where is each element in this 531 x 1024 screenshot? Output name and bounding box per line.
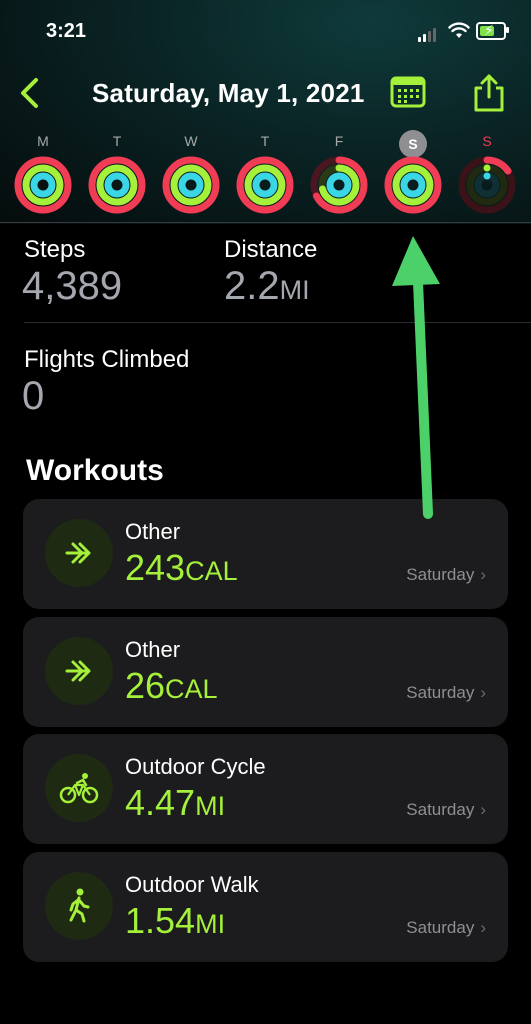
workout-day-label: Saturday <box>406 565 475 584</box>
navigation-bar: Saturday, May 1, 2021 <box>0 70 531 118</box>
battery-charging-icon: ⚡ <box>476 22 509 40</box>
distance-value: 2.2MI <box>224 264 310 309</box>
workout-value: 243CAL <box>125 547 238 589</box>
back-chevron-icon[interactable] <box>14 76 48 110</box>
wifi-icon <box>448 22 470 38</box>
activity-rings-icon <box>236 156 294 214</box>
workout-unit: CAL <box>165 674 218 704</box>
cycle-icon <box>59 773 99 804</box>
status-bar: 3:21 ⚡ <box>0 0 531 60</box>
header-divider <box>0 222 531 223</box>
workout-day-label: Saturday <box>406 683 475 702</box>
arrows-right-icon <box>65 660 91 682</box>
share-icon[interactable] <box>470 72 508 114</box>
arrows-right-icon <box>65 542 91 564</box>
chevron-right-icon: › <box>480 683 486 702</box>
distance-label: Distance <box>224 236 318 263</box>
workout-card[interactable]: Other 243CAL Saturday › <box>23 499 508 609</box>
workout-unit: CAL <box>185 556 238 586</box>
workout-card[interactable]: Outdoor Walk 1.54MI Saturday › <box>23 852 508 962</box>
status-time: 3:21 <box>46 20 87 42</box>
activity-rings-icon <box>458 156 516 214</box>
workouts-title: Workouts <box>26 454 164 487</box>
flights-label: Flights Climbed <box>24 346 190 373</box>
day-letter: W <box>184 133 198 149</box>
calendar-icon[interactable] <box>390 76 426 108</box>
day-letter: T <box>260 133 270 149</box>
workout-number: 1.54 <box>125 900 196 941</box>
day-saturday-selected[interactable]: S <box>383 130 443 214</box>
activity-rings-icon <box>162 156 220 214</box>
workout-icon-badge <box>45 519 113 587</box>
day-sunday[interactable]: S <box>457 130 517 214</box>
workout-day-label: Saturday <box>406 800 475 819</box>
workout-number: 243 <box>125 547 186 588</box>
day-wednesday[interactable]: W <box>161 130 221 214</box>
workout-card[interactable]: Outdoor Cycle 4.47MI Saturday › <box>23 734 508 844</box>
activity-rings-icon <box>310 156 368 214</box>
workout-value: 26CAL <box>125 665 218 707</box>
workout-type: Outdoor Cycle <box>125 754 266 779</box>
distance-unit: MI <box>279 275 310 305</box>
workout-icon-badge <box>45 637 113 705</box>
chevron-right-icon: › <box>480 918 486 937</box>
workout-unit: MI <box>195 791 226 821</box>
workout-number: 4.47 <box>125 782 196 823</box>
week-activity-strip: M T W T F S S <box>0 130 531 220</box>
steps-value: 4,389 <box>22 264 123 308</box>
chevron-right-icon: › <box>480 800 486 819</box>
page-title: Saturday, May 1, 2021 <box>92 78 365 108</box>
workout-type: Other <box>125 637 181 662</box>
activity-rings-icon <box>384 156 442 214</box>
distance-number: 2.2 <box>224 264 280 308</box>
workout-day: Saturday › <box>406 565 486 585</box>
workout-value: 4.47MI <box>125 782 225 824</box>
workout-icon-badge <box>45 754 113 822</box>
workout-icon-badge <box>45 872 113 940</box>
day-thursday[interactable]: T <box>235 130 295 214</box>
stats-row-divider <box>24 322 531 323</box>
workout-number: 26 <box>125 665 166 706</box>
workout-day-label: Saturday <box>406 918 475 937</box>
day-friday[interactable]: F <box>309 130 369 214</box>
day-letter: S <box>482 133 492 149</box>
workout-day: Saturday › <box>406 683 486 703</box>
day-letter-selected: S <box>399 130 427 158</box>
day-monday[interactable]: M <box>13 130 73 214</box>
chevron-right-icon: › <box>480 565 486 584</box>
activity-rings-icon <box>88 156 146 214</box>
day-letter: M <box>37 133 49 149</box>
flights-value: 0 <box>22 374 45 418</box>
workout-value: 1.54MI <box>125 900 225 942</box>
activity-rings-icon <box>14 156 72 214</box>
workout-type: Other <box>125 519 181 544</box>
workout-type: Outdoor Walk <box>125 872 259 897</box>
walk-icon <box>69 888 90 923</box>
day-letter: F <box>334 133 344 149</box>
workout-card[interactable]: Other 26CAL Saturday › <box>23 617 508 727</box>
workout-unit: MI <box>195 909 226 939</box>
cellular-signal-icon <box>418 24 438 42</box>
workout-day: Saturday › <box>406 918 486 938</box>
day-tuesday[interactable]: T <box>87 130 147 214</box>
day-letter: T <box>112 133 122 149</box>
workout-day: Saturday › <box>406 800 486 820</box>
steps-label: Steps <box>24 236 86 263</box>
